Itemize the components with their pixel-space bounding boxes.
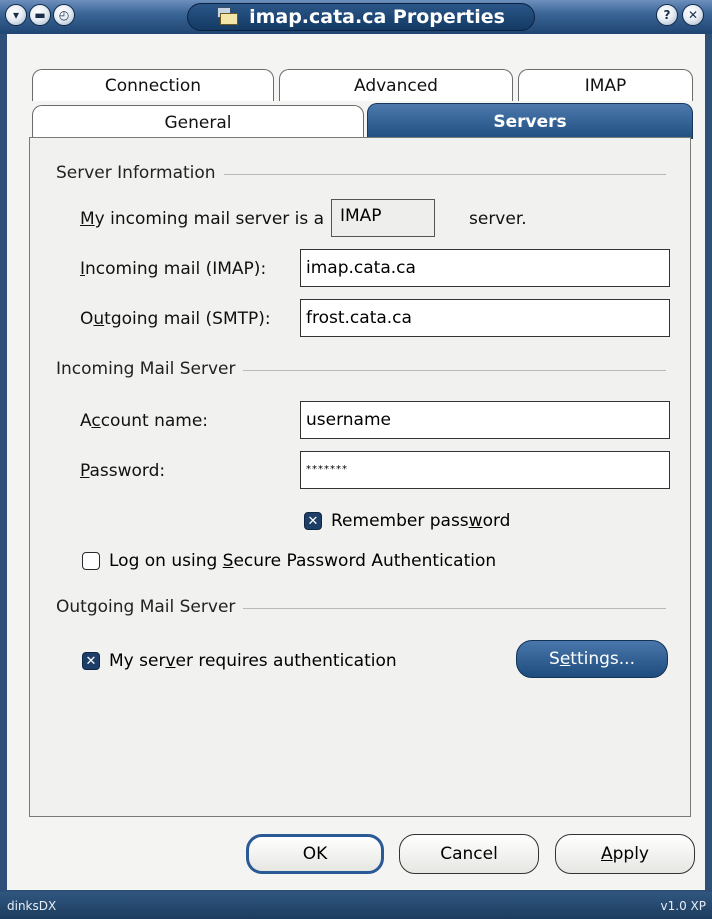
ok-button[interactable]: OK xyxy=(246,834,384,874)
server-type-value: IMAP xyxy=(331,199,435,237)
group-label-outgoing-mail-server: Outgoing Mail Server xyxy=(56,597,244,617)
title-bar[interactable]: ▾ ▬ ◴ imap.cata.ca Properties ? ✕ xyxy=(0,0,712,34)
server-requires-auth-checkbox[interactable]: ✕ My server requires authentication xyxy=(82,651,397,671)
tab-strip: Connection Advanced IMAP General Servers xyxy=(7,34,705,139)
tab-connection[interactable]: Connection xyxy=(32,69,274,101)
mail-account-icon xyxy=(217,7,241,27)
tab-label: Advanced xyxy=(354,75,438,96)
tab-label: Servers xyxy=(493,111,567,132)
dialog-client-area: Connection Advanced IMAP General Servers… xyxy=(7,34,705,890)
remember-password-checkbox[interactable]: ✕ Remember password xyxy=(304,511,510,531)
account-name-label: Account name: xyxy=(80,411,209,431)
outgoing-mail-label: Outgoing mail (SMTP): xyxy=(80,309,271,329)
group-label-incoming-mail-server: Incoming Mail Server xyxy=(56,359,244,379)
settings-button-label: Settings... xyxy=(549,649,635,669)
checkbox-checked-icon[interactable]: ✕ xyxy=(304,512,322,530)
status-bar-theme: dinksDX xyxy=(7,899,57,913)
tab-label: Connection xyxy=(104,75,202,96)
tab-imap[interactable]: IMAP xyxy=(518,69,693,101)
close-icon[interactable]: ✕ xyxy=(682,4,704,26)
checkbox-checked-icon[interactable]: ✕ xyxy=(82,652,100,670)
account-name-field[interactable] xyxy=(300,401,670,439)
properties-window: ▾ ▬ ◴ imap.cata.ca Properties ? ✕ Connec… xyxy=(0,0,712,919)
window-title-text: imap.cata.ca Properties xyxy=(249,6,505,28)
spa-label: Log on using Secure Password Authenticat… xyxy=(109,551,497,571)
status-bar-version: v1.0 XP xyxy=(660,899,706,913)
tab-label: IMAP xyxy=(584,75,627,96)
tab-label: General xyxy=(164,112,232,133)
apply-button-label: Apply xyxy=(600,844,649,864)
password-label: Password: xyxy=(80,461,166,481)
system-menu-icon[interactable]: ▾ xyxy=(5,4,27,26)
cancel-button[interactable]: Cancel xyxy=(399,834,539,874)
settings-button[interactable]: Settings... xyxy=(516,640,668,678)
help-icon[interactable]: ? xyxy=(656,4,678,26)
servers-panel: Server Information My incoming mail serv… xyxy=(29,137,691,817)
server-type-label: My incoming mail server is a xyxy=(80,209,325,229)
incoming-mail-field[interactable] xyxy=(300,249,670,287)
server-type-suffix: server. xyxy=(469,209,527,229)
apply-button[interactable]: Apply xyxy=(555,834,695,874)
spa-checkbox[interactable]: Log on using Secure Password Authenticat… xyxy=(82,551,496,571)
cancel-button-label: Cancel xyxy=(440,844,498,864)
group-label-server-information: Server Information xyxy=(56,163,224,183)
incoming-mail-label: Incoming mail (IMAP): xyxy=(80,259,267,279)
password-field[interactable] xyxy=(300,451,670,489)
outgoing-mail-field[interactable] xyxy=(300,299,670,337)
remember-password-label: Remember password xyxy=(331,511,511,531)
ok-button-label: OK xyxy=(302,844,328,864)
tab-servers[interactable]: Servers xyxy=(367,103,693,139)
status-bar: dinksDX v1.0 XP xyxy=(0,892,712,919)
minimize-icon[interactable]: ▬ xyxy=(29,4,51,26)
tab-advanced[interactable]: Advanced xyxy=(279,69,513,101)
tab-general[interactable]: General xyxy=(32,105,364,139)
window-title: imap.cata.ca Properties xyxy=(187,3,535,31)
server-requires-auth-label: My server requires authentication xyxy=(109,651,397,671)
restore-icon[interactable]: ◴ xyxy=(53,4,75,26)
checkbox-unchecked-icon[interactable] xyxy=(82,552,100,570)
